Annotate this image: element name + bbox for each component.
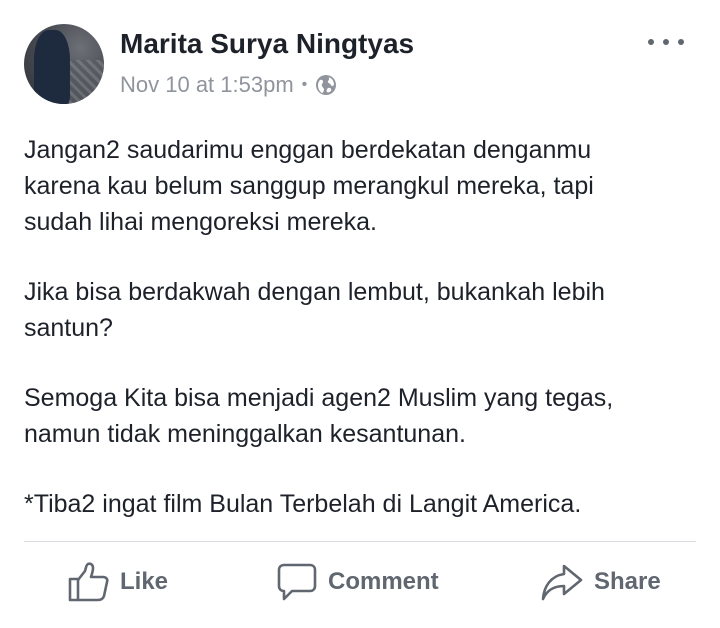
share-label: Share <box>594 568 661 595</box>
post-paragraph: Semoga Kita bisa menjadi agen2 Muslim ya… <box>24 384 614 448</box>
post-meta: Nov 10 at 1:53pm • <box>120 72 337 98</box>
more-dot <box>648 39 654 45</box>
post-paragraph: Jangan2 saudarimu enggan berdekatan deng… <box>24 136 594 236</box>
globe-icon[interactable] <box>315 74 337 96</box>
post-timestamp[interactable]: Nov 10 at 1:53pm <box>120 72 294 98</box>
post-content: Jangan2 saudarimu enggan berdekatan deng… <box>24 132 704 556</box>
avatar[interactable] <box>24 24 104 104</box>
share-arrow-icon <box>541 564 583 601</box>
thumbs-up-icon <box>68 562 109 602</box>
divider <box>24 541 696 542</box>
meta-separator: • <box>301 76 308 93</box>
comment-button[interactable]: Comment <box>276 560 439 604</box>
post-paragraph: Jika bisa berdakwah dengan lembut, bukan… <box>24 278 605 342</box>
avatar-figure <box>34 30 70 104</box>
post-paragraph: *Tiba2 ingat film Bulan Terbelah di Lang… <box>24 490 582 518</box>
more-dot <box>678 39 684 45</box>
comment-icon <box>277 563 317 601</box>
share-button[interactable]: Share <box>540 560 661 604</box>
like-button[interactable]: Like <box>68 560 168 604</box>
comment-label: Comment <box>328 568 439 595</box>
more-options-icon[interactable] <box>648 36 684 48</box>
action-bar: Like Comment Share <box>0 560 720 604</box>
like-label: Like <box>120 568 169 595</box>
feed-post: Marita Surya Ningtyas Nov 10 at 1:53pm •… <box>0 0 720 628</box>
more-dot <box>663 39 669 45</box>
author-name[interactable]: Marita Surya Ningtyas <box>120 28 414 60</box>
